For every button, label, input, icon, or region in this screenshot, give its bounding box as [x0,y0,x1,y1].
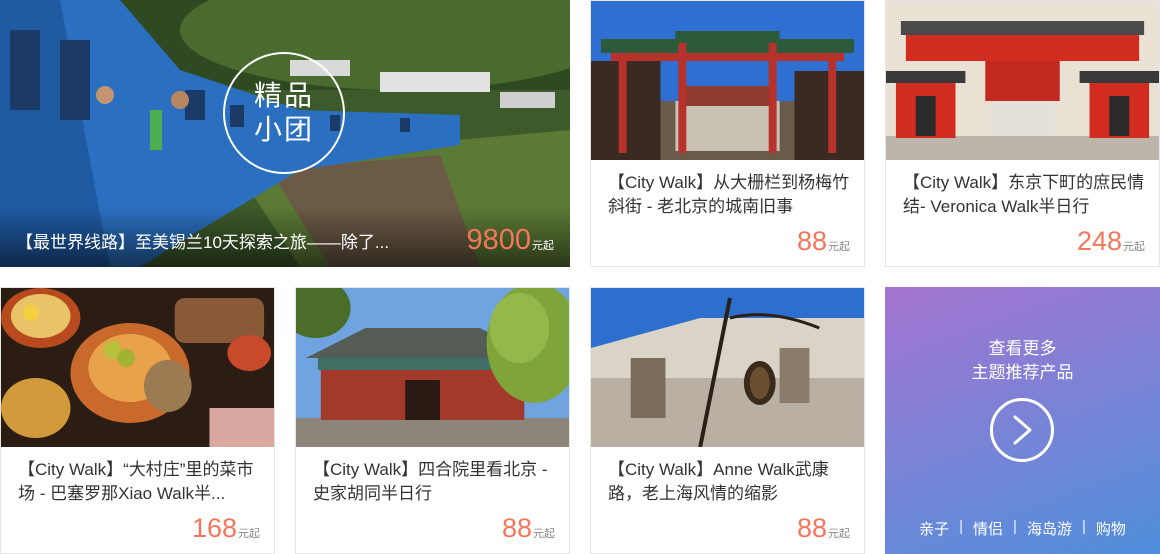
tour-title: 【City Walk】“大村庄”里的菜市场 - 巴塞罗那Xiao Walk半..… [18,460,254,503]
more-title-line2: 主题推荐产品 [971,363,1074,382]
badge-line-1: 精品 [253,80,314,111]
tag-family[interactable]: 亲子 [919,518,949,539]
price-value: 88 [796,226,827,256]
badge-line-2: 小团 [253,114,314,145]
tour-card-siheyuan[interactable]: 【City Walk】四合院里看北京 - 史家胡同半日行 88元起 [295,287,570,554]
tour-card-tokyo[interactable]: 【City Walk】东京下町的庶民情结- Veronica Walk半日行 2… [885,0,1160,267]
featured-price: 9800元起 [466,224,554,257]
tag-separator: | [1013,518,1017,535]
price-value: 88 [501,513,532,543]
theme-tags: 亲子 | 情侣 | 海岛游 | 购物 [885,518,1160,539]
price-unit: 元起 [828,528,850,540]
tour-title: 【City Walk】四合院里看北京 - 史家胡同半日行 [313,460,548,503]
tour-title: 【City Walk】从大栅栏到杨梅竹斜街 - 老北京的城南旧事 [608,173,850,216]
tour-price: 88元起 [797,513,850,543]
more-title-line1: 查看更多 [988,339,1057,358]
more-themes-panel[interactable]: 查看更多 主题推荐产品 亲子 | 情侣 | 海岛游 | 购物 [885,287,1160,554]
chevron-right-icon[interactable] [990,398,1054,462]
tour-photo [591,288,864,447]
price-value: 168 [191,513,237,543]
price-value: 88 [796,513,827,543]
tag-couples[interactable]: 情侣 [973,518,1003,539]
featured-title[interactable]: 【最世界线路】至美锡兰10天探索之旅——除了... [16,228,426,253]
price-unit: 元起 [828,241,850,253]
price-unit: 元起 [532,240,554,252]
price-unit: 元起 [238,528,260,540]
tour-title: 【City Walk】Anne Walk武康路，老上海风情的缩影 [608,460,829,503]
tour-card-dashilan[interactable]: 【City Walk】从大栅栏到杨梅竹斜街 - 老北京的城南旧事 88元起 [590,0,865,267]
tour-title: 【City Walk】东京下町的庶民情结- Veronica Walk半日行 [903,173,1145,216]
tour-price: 168元起 [192,513,260,543]
tour-card-barcelona[interactable]: 【City Walk】“大村庄”里的菜市场 - 巴塞罗那Xiao Walk半..… [0,287,275,554]
tag-island[interactable]: 海岛游 [1027,518,1072,539]
tour-photo [1,288,274,447]
tour-photo [886,1,1159,160]
price-unit: 元起 [1123,241,1145,253]
boutique-group-badge: 精品 小团 [223,52,345,174]
tour-price: 248元起 [1077,226,1145,256]
tour-price: 88元起 [502,513,555,543]
tag-separator: | [959,518,964,535]
tour-price: 88元起 [797,226,850,256]
featured-tour-card[interactable]: 精品 小团 【最世界线路】至美锡兰10天探索之旅——除了... 9800元起 [0,0,570,267]
price-unit: 元起 [533,528,555,540]
price-value: 248 [1076,226,1122,256]
tag-shopping[interactable]: 购物 [1096,518,1126,539]
tour-photo [296,288,569,447]
tour-card-wukang[interactable]: 【City Walk】Anne Walk武康路，老上海风情的缩影 88元起 [590,287,865,554]
tour-photo [591,1,864,160]
tag-separator: | [1081,518,1086,535]
price-value: 9800 [466,224,531,256]
